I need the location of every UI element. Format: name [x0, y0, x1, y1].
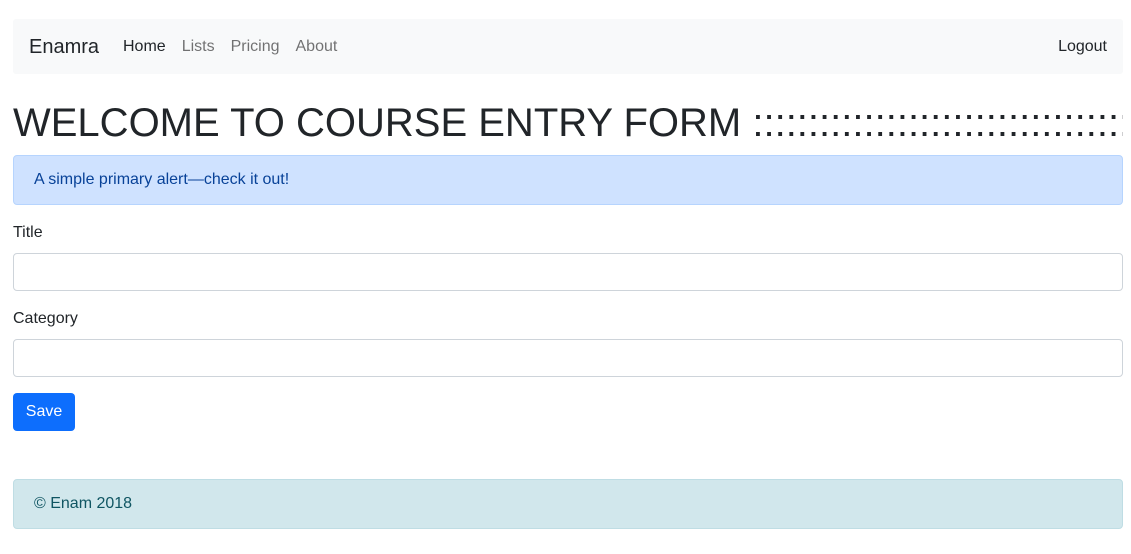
page-title: WELCOME TO COURSE ENTRY FORM :::::::::::…: [13, 101, 1123, 145]
navbar: Enamra Home Lists Pricing About Logout: [13, 19, 1123, 74]
primary-alert: A simple primary alert—check it out!: [13, 155, 1123, 205]
nav-link-about[interactable]: About: [296, 37, 338, 57]
title-label: Title: [13, 224, 43, 241]
navbar-brand[interactable]: Enamra: [29, 35, 99, 59]
category-label: Category: [13, 310, 78, 327]
category-input[interactable]: [13, 339, 1123, 377]
alert-text: A simple primary alert—check it out!: [34, 171, 290, 188]
nav-links: Home Lists Pricing About: [123, 37, 353, 57]
logout-link[interactable]: Logout: [1058, 37, 1107, 57]
nav-link-lists[interactable]: Lists: [182, 37, 215, 57]
title-input[interactable]: [13, 253, 1123, 291]
footer: © Enam 2018: [13, 479, 1123, 529]
nav-link-pricing[interactable]: Pricing: [231, 37, 280, 57]
nav-link-home[interactable]: Home: [123, 37, 166, 57]
footer-copyright: © Enam 2018: [34, 495, 133, 512]
save-button[interactable]: Save: [13, 393, 75, 431]
